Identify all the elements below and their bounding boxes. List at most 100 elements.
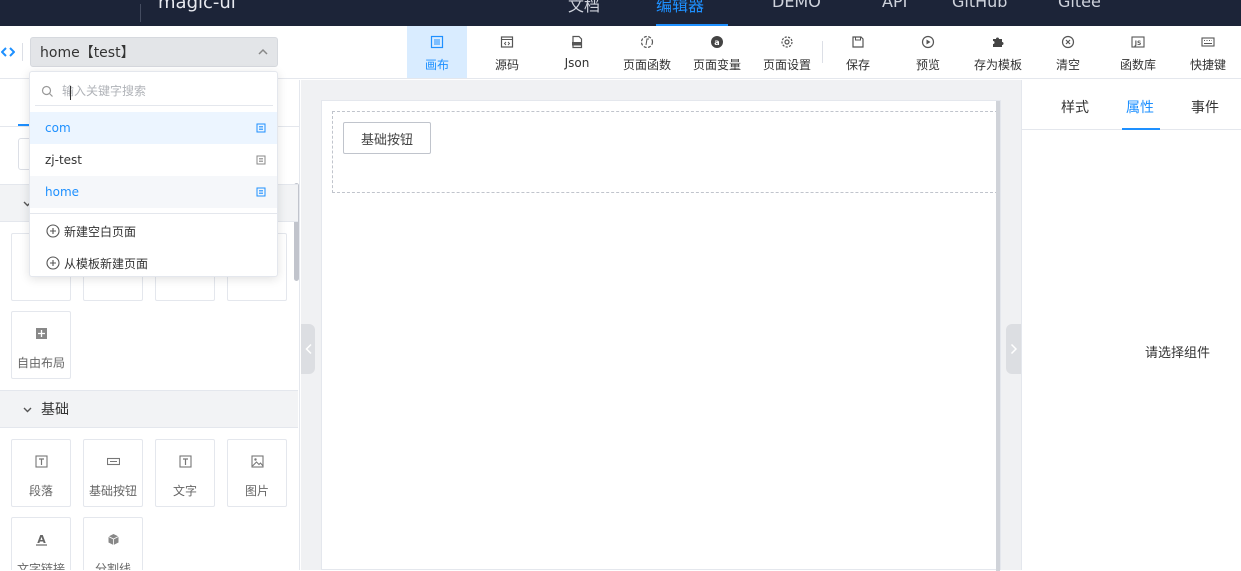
puzzle-icon [993, 37, 1004, 47]
tool-save-template-label: 存为模板 [973, 58, 1022, 72]
component-paragraph[interactable]: 段落 [11, 439, 71, 507]
page-option-zj-test[interactable]: zj-test [30, 144, 277, 176]
variable-icon: a [711, 36, 723, 48]
page-option-home[interactable]: home [30, 176, 277, 208]
top-nav-bar: magic-ui 文档 编辑器 DEMO API GitHub Gitee [0, 0, 1241, 26]
dropdown-divider [30, 213, 277, 214]
component-divider[interactable]: 分割线 [83, 517, 143, 570]
js-library-icon: JS [1131, 36, 1145, 48]
tool-canvas-label: 画布 [424, 58, 449, 72]
text-icon [179, 455, 192, 468]
page-search-input[interactable] [62, 81, 262, 101]
tool-preview-label: 预览 [915, 58, 940, 72]
component-label: 图片 [244, 484, 269, 498]
tool-save-label: 保存 [845, 58, 870, 72]
page-file-icon[interactable] [256, 155, 266, 165]
component-label: 自由布局 [16, 356, 65, 370]
chevron-right-icon [1010, 343, 1018, 355]
component-free-layout[interactable]: 自由布局 [11, 311, 71, 379]
svg-text:JS: JS [1134, 40, 1142, 47]
component-label: 文字链接 [16, 562, 65, 570]
page-option-label: com [45, 121, 71, 135]
image-icon [251, 455, 264, 468]
tool-page-variables-label: 页面变量 [692, 58, 741, 72]
empty-selection-message: 请选择组件 [1144, 346, 1210, 361]
nav-api[interactable]: API [882, 0, 907, 26]
tool-clear[interactable]: 清空 [1038, 26, 1098, 78]
toolbar-divider [822, 41, 823, 63]
new-blank-page-button[interactable]: 新建空白页面 [46, 221, 136, 241]
tool-page-functions[interactable]: 页面函数 [617, 26, 677, 78]
code-toggle-icon[interactable] [1, 45, 15, 59]
nav-editor[interactable]: 编辑器 [656, 0, 728, 26]
tab-events[interactable]: 事件 [1191, 97, 1219, 117]
tool-json[interactable]: Json [547, 26, 607, 78]
button-icon [107, 457, 120, 466]
chevron-down-icon [23, 407, 32, 412]
canvas-area: 基础按钮 [301, 80, 1022, 571]
tool-save-template[interactable]: 存为模板 [968, 26, 1028, 78]
tool-preview[interactable]: 预览 [898, 26, 958, 78]
nav-docs[interactable]: 文档 [568, 0, 600, 26]
properties-tabs: 样式 属性 事件 [1022, 80, 1241, 130]
nav-gitee[interactable]: Gitee [1058, 0, 1101, 26]
collapse-right-panel-handle[interactable] [1006, 324, 1022, 374]
tool-page-variables[interactable]: a 页面变量 [687, 26, 747, 78]
tool-shortcuts[interactable]: 快捷键 [1178, 26, 1238, 78]
keyboard-icon [1201, 37, 1215, 47]
function-icon [640, 35, 654, 49]
group-header-basic[interactable]: 基础 [0, 390, 298, 428]
page-select[interactable]: home【test】 [30, 37, 278, 67]
chevron-left-icon [305, 343, 312, 355]
tool-clear-label: 清空 [1055, 58, 1080, 72]
page-option-com[interactable]: com [30, 112, 277, 144]
toolbar-divider [22, 43, 23, 61]
component-label: 文字 [172, 484, 197, 498]
tab-style[interactable]: 样式 [1061, 97, 1089, 117]
tool-page-settings[interactable]: 页面设置 [757, 26, 817, 78]
chevron-up-icon [258, 48, 268, 55]
plus-circle-icon [46, 256, 60, 270]
tool-source[interactable]: 源码 [477, 26, 537, 78]
tool-source-label: 源码 [494, 58, 519, 72]
tab-properties[interactable]: 属性 [1126, 97, 1154, 117]
text-link-icon: A [36, 533, 47, 546]
canvas-basic-button[interactable]: 基础按钮 [343, 122, 431, 154]
component-text-link[interactable]: A 文字链接 [11, 517, 71, 570]
new-page-from-template-label: 从模板新建页面 [64, 256, 149, 271]
component-label: 分割线 [94, 562, 131, 570]
search-icon [41, 85, 53, 97]
container-drop-zone[interactable]: 基础按钮 [332, 111, 998, 193]
page-canvas[interactable]: 基础按钮 [321, 100, 1001, 571]
nav-demo[interactable]: DEMO [772, 0, 821, 26]
page-option-label: zj-test [45, 153, 83, 167]
component-text[interactable]: 文字 [155, 439, 215, 507]
clear-icon [1061, 35, 1075, 49]
app-brand[interactable]: magic-ui [158, 0, 236, 13]
tool-canvas[interactable]: 画布 [407, 26, 467, 78]
canvas-scrollbar[interactable] [996, 101, 1000, 571]
tool-save[interactable]: 保存 [828, 26, 888, 78]
json-file-icon [572, 35, 583, 49]
component-basic-button[interactable]: 基础按钮 [83, 439, 143, 507]
nav-github[interactable]: GitHub [952, 0, 1007, 26]
save-icon [852, 36, 864, 48]
component-label: 基础按钮 [88, 484, 137, 498]
tab-active-indicator [1122, 128, 1160, 130]
group-title: 基础 [41, 402, 69, 418]
page-file-icon[interactable] [256, 123, 266, 133]
collapse-left-panel-handle[interactable] [301, 324, 315, 374]
svg-text:A: A [37, 533, 46, 546]
tool-function-library[interactable]: JS 函数库 [1108, 26, 1168, 78]
plus-circle-icon [46, 224, 60, 238]
new-page-from-template-button[interactable]: 从模板新建页面 [46, 253, 148, 273]
tool-page-functions-label: 页面函数 [622, 58, 671, 72]
gear-icon [781, 36, 793, 48]
component-image[interactable]: 图片 [227, 439, 287, 507]
properties-panel: 样式 属性 事件 请选择组件 [1021, 80, 1241, 570]
page-search-box [35, 76, 273, 106]
page-file-icon[interactable] [256, 187, 266, 197]
text-cursor [70, 86, 71, 100]
source-code-icon [500, 36, 514, 48]
brand-separator [140, 4, 141, 22]
